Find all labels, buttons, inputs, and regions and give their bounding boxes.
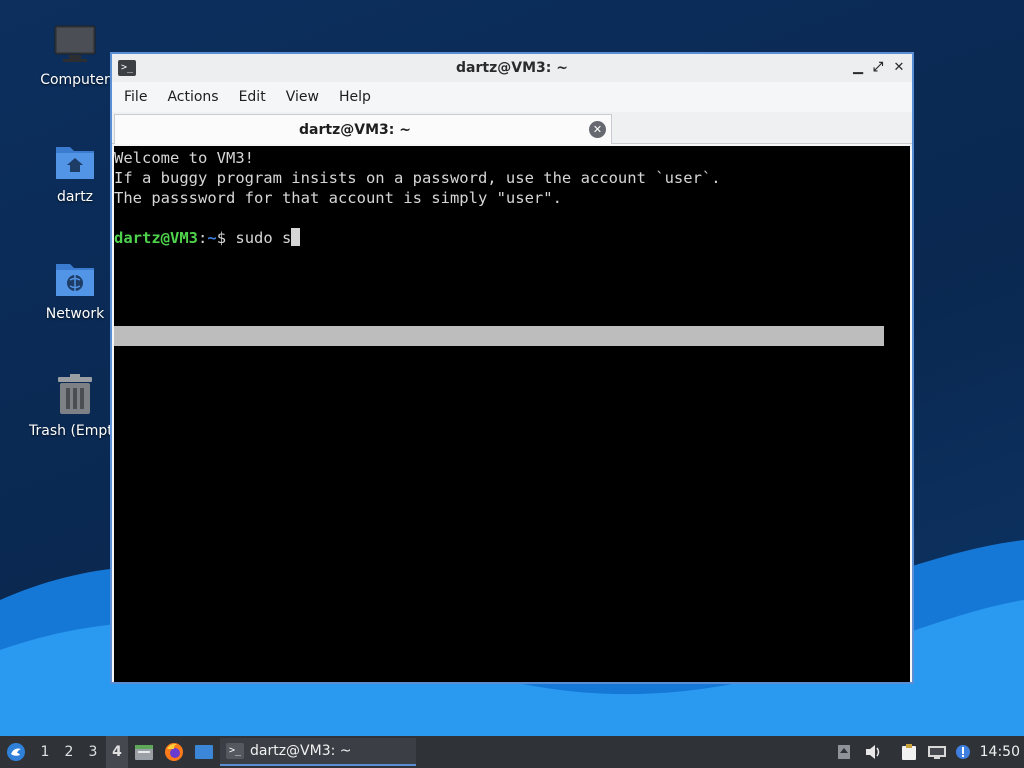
terminal-icon: >_	[226, 743, 244, 759]
updates-icon[interactable]	[834, 736, 854, 768]
trash-icon	[53, 373, 97, 417]
task-button-terminal[interactable]: >_ dartz@VM3: ~	[220, 738, 416, 766]
notification-icon[interactable]	[952, 736, 974, 768]
workspace-4[interactable]: 4	[106, 736, 128, 768]
workspace-2[interactable]: 2	[58, 736, 80, 768]
home-folder-icon	[53, 139, 97, 183]
start-menu-icon	[7, 743, 25, 761]
show-desktop-launcher[interactable]	[192, 736, 216, 768]
network-icon[interactable]	[926, 736, 948, 768]
firefox-launcher[interactable]	[162, 736, 186, 768]
terminal-window: >_ dartz@VM3: ~ ▁ ⤢ ✕ File Actions Edit …	[110, 52, 914, 684]
menu-help[interactable]: Help	[337, 87, 373, 107]
maximize-button[interactable]: ⤢	[870, 60, 886, 76]
prompt-user: dartz@VM3	[114, 229, 198, 247]
command-input[interactable]: sudo s	[235, 229, 291, 247]
tab-bar: dartz@VM3: ~ ✕	[112, 112, 912, 144]
tab-terminal[interactable]: dartz@VM3: ~ ✕	[114, 114, 612, 144]
clock[interactable]: 14:50	[980, 736, 1020, 768]
minimize-button[interactable]: ▁	[850, 60, 866, 76]
close-button[interactable]: ✕	[891, 60, 907, 76]
workspace-1[interactable]: 1	[34, 736, 56, 768]
prompt-path: ~	[207, 229, 217, 247]
task-label: dartz@VM3: ~	[250, 743, 352, 759]
firefox-icon	[165, 743, 183, 761]
terminal-line: Welcome to VM3!	[114, 149, 254, 167]
taskbar: 1 2 3 4 >_ dartz@VM3: ~ 14:50	[0, 736, 1024, 768]
tab-label: dartz@VM3: ~	[299, 122, 411, 138]
menu-actions[interactable]: Actions	[165, 87, 220, 107]
start-menu-button[interactable]	[4, 736, 28, 768]
clipboard-icon[interactable]	[898, 736, 920, 768]
window-titlebar[interactable]: >_ dartz@VM3: ~ ▁ ⤢ ✕	[112, 54, 912, 82]
workspace-3[interactable]: 3	[82, 736, 104, 768]
prompt-symbol: $	[216, 229, 236, 247]
terminal-line: If a buggy program insists on a password…	[114, 169, 721, 187]
text-cursor	[291, 228, 301, 246]
show-desktop-icon	[195, 745, 213, 759]
window-title: dartz@VM3: ~	[456, 60, 568, 76]
menu-file[interactable]: File	[122, 87, 149, 107]
close-circle-icon[interactable]: ✕	[589, 121, 606, 138]
terminal-line: The passsword for that account is simply…	[114, 189, 562, 207]
file-manager-launcher[interactable]	[132, 736, 156, 768]
terminal-output[interactable]: Welcome to VM3! If a buggy program insis…	[114, 146, 910, 682]
highlight-bar	[114, 326, 884, 346]
terminal-prompt-line: dartz@VM3:~$ sudo s	[114, 228, 910, 248]
network-folder-icon	[53, 256, 97, 300]
menu-bar: File Actions Edit View Help	[112, 82, 912, 112]
file-manager-icon	[135, 745, 153, 760]
menu-edit[interactable]: Edit	[237, 87, 268, 107]
prompt-separator: :	[198, 229, 208, 247]
menu-view[interactable]: View	[284, 87, 321, 107]
volume-icon[interactable]	[862, 736, 884, 768]
computer-icon	[53, 22, 97, 66]
